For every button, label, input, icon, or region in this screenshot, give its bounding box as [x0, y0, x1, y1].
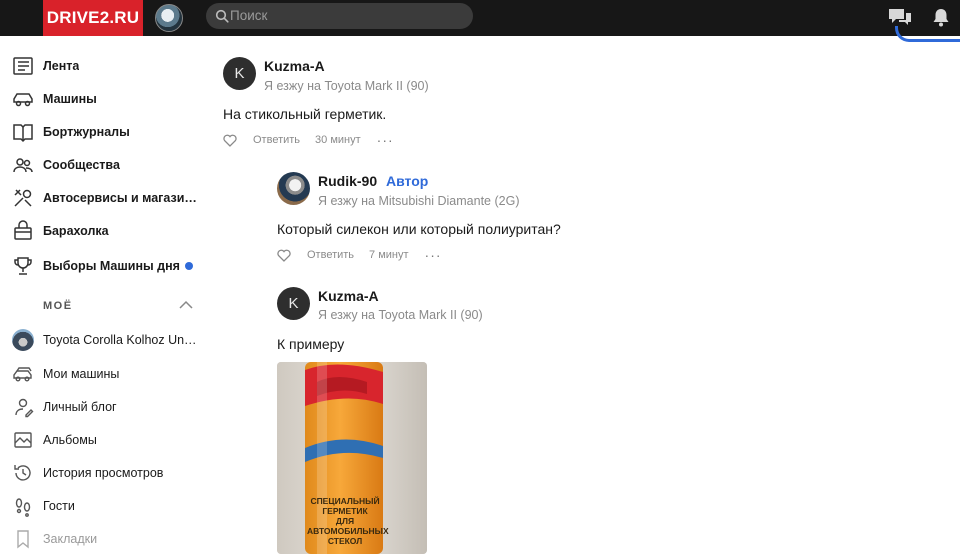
top-right-button-edge[interactable]: [895, 26, 960, 42]
bookmark-icon: [17, 530, 29, 549]
comment-photo[interactable]: СПЕЦИАЛЬНЫЙ ГЕРМЕТИК ДЛЯ АВТОМОБИЛЬНЫХ С…: [277, 362, 427, 554]
sidebar-item-bookmarks[interactable]: Закладки: [12, 527, 202, 551]
sidebar-item-guests[interactable]: Гости: [12, 494, 202, 518]
new-indicator-dot: [184, 262, 193, 270]
avatar[interactable]: [277, 172, 310, 205]
sidebar-item-label: Лента: [43, 59, 80, 73]
photo-text-line: ДЛЯ: [335, 516, 355, 526]
heart-icon[interactable]: [223, 134, 237, 147]
sidebar-item-label: Сообщества: [43, 158, 120, 172]
car-icon: [13, 93, 33, 107]
comment-actions: Ответить 30 минут ···: [223, 132, 394, 148]
search-placeholder: Поиск: [230, 8, 268, 23]
sidebar-item-market[interactable]: Барахолка: [12, 219, 202, 243]
sidebar-item-my-cars[interactable]: Мои машины: [12, 362, 202, 386]
comment-author-car[interactable]: Я езжу на Toyota Mark II (90): [264, 79, 429, 93]
trophy-icon: [14, 257, 32, 275]
comment-author-name[interactable]: Rudik-90: [318, 173, 377, 189]
reply-button[interactable]: Ответить: [253, 134, 300, 146]
search-input[interactable]: Поиск: [206, 3, 473, 29]
blog-icon: [15, 398, 34, 418]
comment-author-name[interactable]: Kuzma-A: [318, 288, 379, 304]
more-options-icon[interactable]: ···: [377, 132, 394, 148]
market-icon: [14, 220, 32, 240]
comment-time[interactable]: 30 минут: [315, 134, 361, 146]
communities-icon: [13, 158, 33, 173]
sidebar-item-label: Автосервисы и магазины: [43, 191, 202, 205]
author-badge: Автор: [386, 173, 429, 189]
sidebar-item-history[interactable]: История просмотров: [12, 461, 202, 485]
car-avatar: [12, 329, 34, 351]
comment-author-name[interactable]: Kuzma-A: [264, 58, 325, 74]
sidebar-item-cars[interactable]: Машины: [12, 87, 202, 111]
photo-text-line: ГЕРМЕТИК: [322, 506, 368, 516]
avatar[interactable]: K: [277, 287, 310, 320]
sidebar-item-label: Альбомы: [43, 433, 97, 447]
avatar[interactable]: K: [223, 57, 256, 90]
sidebar-item-label: История просмотров: [43, 466, 164, 480]
history-icon: [14, 465, 31, 481]
comment-author-car[interactable]: Я езжу на Mitsubishi Diamante (2G): [318, 194, 519, 208]
sidebar: Лента Машины Бортжурналы Сообщества Авто…: [0, 36, 205, 554]
sidebar-item-label: Закладки: [43, 532, 98, 546]
photo-text-line: СТЕКОЛ: [327, 536, 363, 546]
comment-text: Который силекон или который полиуритан?: [277, 221, 561, 237]
site-logo[interactable]: DRIVE2.RU: [43, 0, 143, 36]
comment-actions: Ответить 7 минут ···: [277, 247, 442, 263]
reply-button[interactable]: Ответить: [307, 249, 354, 261]
sidebar-item-label: Личный блог: [43, 400, 117, 414]
notifications-icon[interactable]: [932, 7, 950, 27]
cars-icon: [13, 367, 32, 382]
sidebar-item-label: Бортжурналы: [43, 125, 130, 139]
sidebar-item-logbooks[interactable]: Бортжурналы: [12, 120, 202, 144]
sidebar-item-services[interactable]: Автосервисы и магазины: [12, 186, 202, 210]
sidebar-item-my-car[interactable]: Toyota Corolla Kolhoz Universal: [12, 328, 202, 352]
sidebar-item-label: Машины: [43, 92, 97, 106]
comment-text: К примеру: [277, 336, 345, 352]
sidebar-item-communities[interactable]: Сообщества: [12, 153, 202, 177]
section-title-my: МОЁ: [43, 300, 73, 312]
top-bar: DRIVE2.RU Поиск: [0, 0, 960, 36]
sidebar-item-feed[interactable]: Лента: [12, 54, 202, 78]
sidebar-item-car-of-day[interactable]: Выборы Машины дня: [12, 254, 202, 278]
comment-text: На стикольный герметик.: [223, 106, 387, 122]
chevron-up-icon[interactable]: [178, 300, 194, 310]
search-icon: [215, 9, 229, 23]
sidebar-item-label: Барахолка: [43, 224, 109, 238]
sidebar-item-label: Выборы Машины дня: [43, 259, 180, 273]
sidebar-item-label: Мои машины: [43, 367, 120, 381]
feed-icon: [13, 57, 33, 75]
user-avatar[interactable]: [155, 4, 183, 32]
photo-text-line: АВТОМОБИЛЬНЫХ: [307, 526, 389, 536]
sidebar-item-label: Toyota Corolla Kolhoz Universal: [43, 333, 199, 347]
comment-time[interactable]: 7 минут: [369, 249, 409, 261]
logbook-icon: [13, 124, 33, 143]
heart-icon[interactable]: [277, 249, 291, 262]
footprints-icon: [15, 498, 31, 517]
albums-icon: [14, 432, 32, 448]
tools-icon: [14, 189, 32, 207]
photo-text-line: СПЕЦИАЛЬНЫЙ: [310, 496, 380, 506]
more-options-icon[interactable]: ···: [425, 247, 442, 263]
sidebar-item-label: Гости: [43, 499, 75, 513]
sidebar-item-albums[interactable]: Альбомы: [12, 428, 202, 452]
comment-author-car[interactable]: Я езжу на Toyota Mark II (90): [318, 308, 483, 322]
messages-icon[interactable]: [888, 7, 912, 27]
sidebar-item-blog[interactable]: Личный блог: [12, 395, 202, 419]
